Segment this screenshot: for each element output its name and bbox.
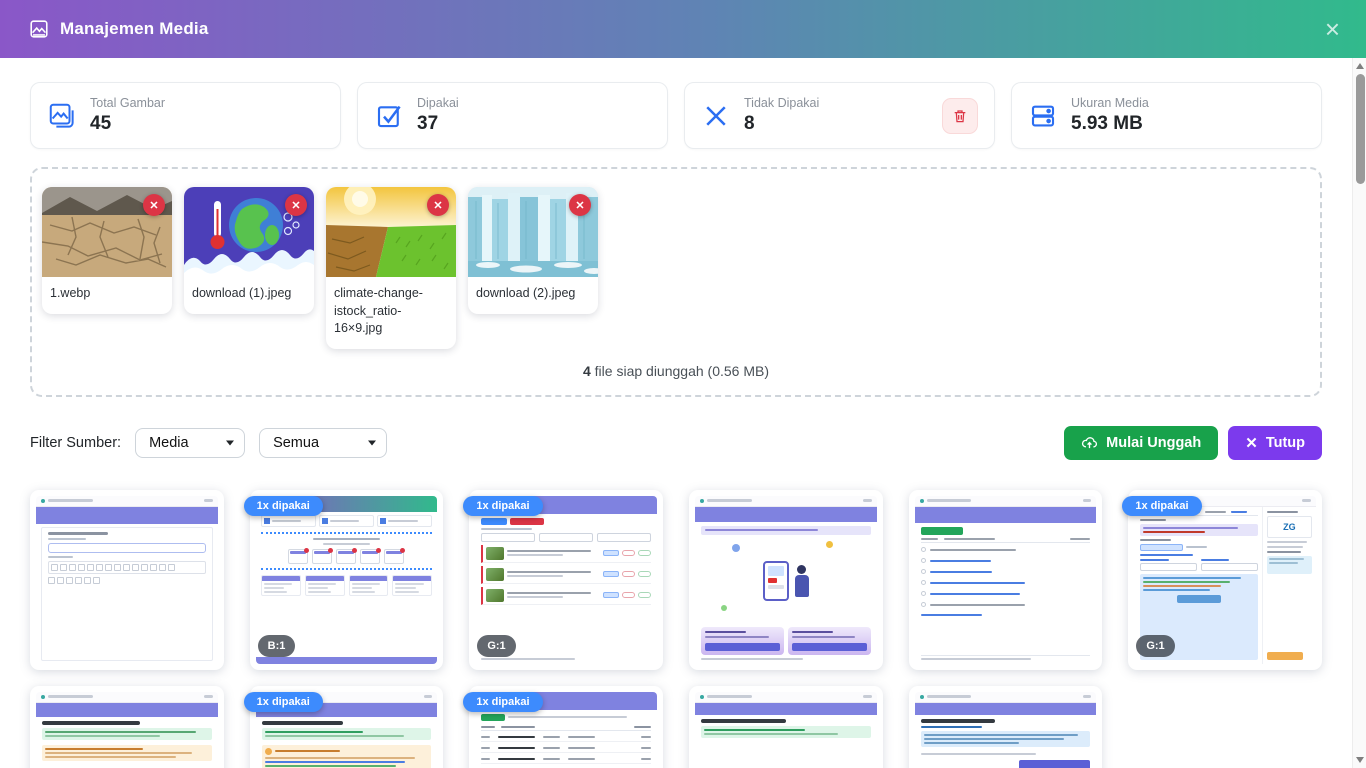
file-name: download (2).jpeg <box>468 277 598 314</box>
upload-summary-text: file siap diunggah (0.56 MB) <box>591 363 769 379</box>
media-grid-card[interactable] <box>689 686 883 768</box>
upload-file-card: climate-change-istock_ratio-16×9.jpg ✕ <box>326 187 456 349</box>
media-thumbnail-doc-alerts-button <box>36 692 218 768</box>
close-icon: ✕ <box>1245 434 1258 452</box>
stat-unused: Tidak Dipakai 8 <box>684 82 995 149</box>
media-grid-card[interactable] <box>909 490 1103 670</box>
usage-badge: 1x dipakai <box>463 692 542 712</box>
scrollbar-thumb[interactable] <box>1356 74 1365 184</box>
database-icon <box>1028 101 1058 131</box>
media-thumbnail-link-list <box>915 496 1097 664</box>
source-select-wrapper: Media <box>135 428 245 458</box>
dialog-close-icon[interactable]: × <box>1325 16 1340 42</box>
usage-select[interactable]: Semua <box>259 428 387 458</box>
stats-row: Total Gambar 45 Dipakai 37 <box>30 82 1322 149</box>
upload-dropzone[interactable]: 1.webp ✕ download (1).jpeg ✕ climate-cha… <box>30 167 1322 397</box>
upload-file-card: download (1).jpeg ✕ <box>184 187 314 314</box>
check-square-icon <box>374 101 404 131</box>
upload-file-list: 1.webp ✕ download (1).jpeg ✕ climate-cha… <box>42 187 1310 349</box>
mini-logo-text: ZG <box>1283 522 1296 532</box>
media-thumbnail-illustration-cards <box>695 496 877 664</box>
media-grid-card[interactable]: 1x dipakai <box>250 686 444 768</box>
media-thumbnail-doc-illustration <box>695 692 877 768</box>
scrollbar[interactable] <box>1352 58 1366 768</box>
scroll-up-arrow-icon[interactable] <box>1356 63 1364 69</box>
upload-file-card: download (2).jpeg ✕ <box>468 187 598 314</box>
media-grid-card[interactable]: 1x dipakaiG:1 <box>469 490 663 670</box>
stat-total-images: Total Gambar 45 <box>30 82 341 149</box>
file-name: download (1).jpeg <box>184 277 314 314</box>
image-icon <box>28 18 50 40</box>
usage-select-wrapper: Semua <box>259 428 387 458</box>
source-count-badge: B:1 <box>258 635 296 657</box>
stat-media-size: Ukuran Media 5.93 MB <box>1011 82 1322 149</box>
usage-badge: 1x dipakai <box>244 496 323 516</box>
start-upload-button[interactable]: Mulai Unggah <box>1064 426 1218 460</box>
usage-badge: 1x dipakai <box>463 496 542 516</box>
stat-label: Tidak Dipakai <box>744 96 819 110</box>
source-count-badge: G:1 <box>1136 635 1174 657</box>
media-grid-card[interactable]: 1x dipakai <box>469 686 663 768</box>
usage-badge: 1x dipakai <box>1122 496 1201 516</box>
x-mark-icon <box>701 101 731 131</box>
media-grid-card[interactable] <box>30 686 224 768</box>
media-grid: 1x dipakaiB:1 1x dipakaiG:1 <box>30 490 1322 768</box>
action-buttons: Mulai Unggah ✕ Tutup <box>1064 426 1322 460</box>
stat-used: Dipakai 37 <box>357 82 668 149</box>
upload-count: 4 <box>583 363 591 379</box>
file-name: climate-change-istock_ratio-16×9.jpg <box>326 277 456 349</box>
dialog-header: Manajemen Media × <box>0 0 1366 58</box>
media-grid-card[interactable] <box>689 490 883 670</box>
media-grid-card[interactable] <box>30 490 224 670</box>
stat-value: 5.93 MB <box>1071 113 1149 135</box>
remove-file-icon[interactable]: ✕ <box>427 194 449 216</box>
media-thumbnail-doc-info-button <box>915 692 1097 768</box>
stat-value: 45 <box>90 113 165 135</box>
filter-label: Filter Sumber: <box>30 435 121 451</box>
upload-file-card: 1.webp ✕ <box>42 187 172 314</box>
dialog-body: Total Gambar 45 Dipakai 37 <box>0 58 1352 768</box>
usage-badge: 1x dipakai <box>244 692 323 712</box>
media-grid-card[interactable] <box>909 686 1103 768</box>
media-grid-card[interactable]: ZG 1x dipakaiG:1 <box>1128 490 1322 670</box>
media-thumbnail-form-editor <box>36 496 218 664</box>
page-title: Manajemen Media <box>60 19 209 39</box>
remove-file-icon[interactable]: ✕ <box>285 194 307 216</box>
remove-file-icon[interactable]: ✕ <box>569 194 591 216</box>
file-name: 1.webp <box>42 277 172 314</box>
remove-file-icon[interactable]: ✕ <box>143 194 165 216</box>
close-dialog-button[interactable]: ✕ Tutup <box>1228 426 1322 460</box>
trash-icon <box>952 108 968 124</box>
stat-label: Total Gambar <box>90 96 165 110</box>
stat-label: Ukuran Media <box>1071 96 1149 110</box>
source-count-badge: G:1 <box>477 635 515 657</box>
filter-row: Filter Sumber: Media Semua Mulai Ung <box>30 426 1322 460</box>
cloud-upload-icon <box>1081 434 1098 451</box>
scroll-down-arrow-icon[interactable] <box>1356 757 1364 763</box>
stat-label: Dipakai <box>417 96 459 110</box>
upload-summary: 4 file siap diunggah (0.56 MB) <box>42 363 1310 379</box>
stat-value: 8 <box>744 113 819 135</box>
delete-unused-button[interactable] <box>942 98 978 134</box>
images-icon <box>47 101 77 131</box>
stat-value: 37 <box>417 113 459 135</box>
source-select[interactable]: Media <box>135 428 245 458</box>
media-grid-card[interactable]: 1x dipakaiB:1 <box>250 490 444 670</box>
